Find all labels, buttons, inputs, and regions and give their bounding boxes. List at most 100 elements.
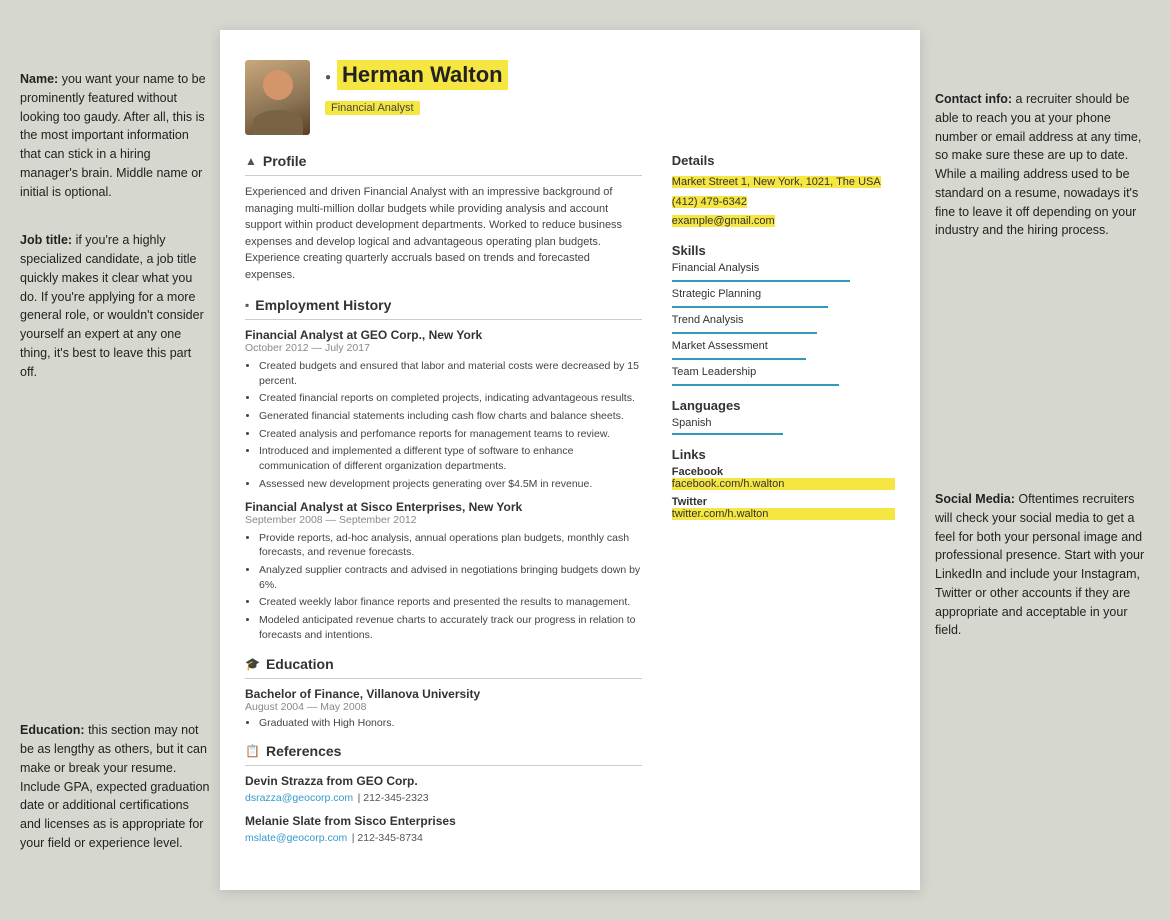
contact-annotation-text: a recruiter should be able to reach you … [935,92,1141,237]
skill-financial-analysis: Financial Analysis [672,262,895,282]
link-url-0[interactable]: facebook.com/h.walton [672,478,895,490]
details-address-text: Market Street 1, New York, 1021, The USA [672,176,881,188]
avatar-face [263,70,293,100]
link-twitter: Twitter twitter.com/h.walton [672,496,895,520]
list-item: Analyzed supplier contracts and advised … [259,563,642,592]
profile-icon: ▲ [245,154,257,168]
ref-2-name: Melanie Slate from Sisco Enterprises [245,814,642,828]
name-annotation-block: Name: you want your name to be prominent… [20,70,210,201]
job-2-bullets: Provide reports, ad-hoc analysis, annual… [245,531,642,643]
link-label-0: Facebook [672,466,895,478]
profile-heading: ▲ Profile [245,153,642,169]
ref-1-name: Devin Strazza from GEO Corp. [245,774,642,788]
education-annotation-block: Education: this section may not be as le… [20,721,210,852]
references-section: 📋 References Devin Strazza from GEO Corp… [245,743,642,846]
link-label-1: Twitter [672,496,895,508]
list-item: Created weekly labor finance reports and… [259,595,642,610]
skill-name-1: Strategic Planning [672,288,895,300]
job-1-title: Financial Analyst at GEO Corp., New York [245,328,642,342]
list-item: Created analysis and perfomance reports … [259,427,642,442]
list-item: Modeled anticipated revenue charts to ac… [259,613,642,642]
social-media-annotation-text: Oftentimes recruiters will check your so… [935,492,1144,637]
education-icon: 🎓 [245,657,260,671]
details-phone-text: (412) 479-6342 [672,196,747,208]
list-item: Created budgets and ensured that labor a… [259,359,642,388]
education-bullets: Graduated with High Honors. [245,717,642,729]
skill-market-assessment: Market Assessment [672,340,895,360]
job-title-annotation-block: Job title: if you're a highly specialize… [20,231,210,381]
link-facebook: Facebook facebook.com/h.walton [672,466,895,490]
resume-body: ▲ Profile Experienced and driven Financi… [245,153,895,860]
education-annotation-label: Education: [20,723,85,737]
skills-section: Skills Financial Analysis Strategic Plan… [672,243,895,386]
references-heading: 📋 References [245,743,642,759]
employment-heading: ▪ Employment History [245,297,642,313]
list-item: Introduced and implemented a different t… [259,444,642,473]
ref-2-email: mslate@geocorp.com [245,832,347,844]
employment-icon: ▪ [245,298,249,312]
left-annotations: Name: you want your name to be prominent… [20,30,220,883]
education-dates: August 2004 — May 2008 [245,701,642,713]
language-spanish: Spanish [672,417,895,435]
job-title-annotation-text: if you're a highly specialized candidate… [20,233,204,378]
skill-bar-2 [672,332,817,334]
avatar-body [253,110,303,135]
references-divider [245,765,642,766]
avatar-image [245,60,310,135]
contact-annotation-label: Contact info: [935,92,1012,106]
name-annotation-text: you want your name to be prominently fea… [20,72,206,199]
resume-container: ● Herman Walton Financial Analyst ▲ Prof… [220,30,920,890]
ref-1-phone-num: 212-345-2323 [363,792,428,804]
employment-heading-text: Employment History [255,297,391,313]
job-1: Financial Analyst at GEO Corp., New York… [245,328,642,492]
header-info: ● Herman Walton Financial Analyst [325,60,508,116]
employment-section: ▪ Employment History Financial Analyst a… [245,297,642,642]
avatar [245,60,310,135]
details-email-text: example@gmail.com [672,215,775,227]
references-heading-text: References [266,743,342,759]
list-item: Provide reports, ad-hoc analysis, annual… [259,531,642,560]
skills-heading: Skills [672,243,895,258]
reference-2: Melanie Slate from Sisco Enterprises msl… [245,814,642,846]
resume-header: ● Herman Walton Financial Analyst [245,60,895,135]
profile-heading-text: Profile [263,153,307,169]
reference-1: Devin Strazza from GEO Corp. dsrazza@geo… [245,774,642,806]
contact-annotation-block: Contact info: a recruiter should be able… [935,90,1150,240]
list-item: Graduated with High Honors. [259,717,642,729]
skill-trend-analysis: Trend Analysis [672,314,895,334]
skill-bar-1 [672,306,828,308]
education-annotation-text: this section may not be as lengthy as ot… [20,723,209,850]
resume-name: Herman Walton [337,60,508,90]
resume-job-title: Financial Analyst [325,101,420,115]
languages-section: Languages Spanish [672,398,895,435]
header-dot: ● [325,72,331,83]
page-wrapper: Name: you want your name to be prominent… [20,30,1150,890]
education-section: 🎓 Education Bachelor of Finance, Villano… [245,656,642,729]
references-icon: 📋 [245,744,260,758]
education-heading: 🎓 Education [245,656,642,672]
details-section: Details Market Street 1, New York, 1021,… [672,153,895,231]
job-2-dates: September 2008 — September 2012 [245,514,642,526]
job-1-dates: October 2012 — July 2017 [245,342,642,354]
language-bar-0 [672,433,784,435]
details-phone: (412) 479-6342 [672,192,895,212]
education-school: Bachelor of Finance, Villanova Universit… [245,687,642,701]
resume-right-column: Details Market Street 1, New York, 1021,… [662,153,895,860]
education-divider [245,678,642,679]
details-heading: Details [672,153,895,168]
language-name-0: Spanish [672,417,895,429]
skill-team-leadership: Team Leadership [672,366,895,386]
profile-divider [245,175,642,176]
skill-name-2: Trend Analysis [672,314,895,326]
links-heading: Links [672,447,895,462]
skill-name-3: Market Assessment [672,340,895,352]
languages-heading: Languages [672,398,895,413]
job-title-annotation-label: Job title: [20,233,72,247]
resume-left-column: ▲ Profile Experienced and driven Financi… [245,153,642,860]
education-heading-text: Education [266,656,334,672]
link-url-1[interactable]: twitter.com/h.walton [672,508,895,520]
job-2: Financial Analyst at Sisco Enterprises, … [245,500,642,643]
social-media-annotation-block: Social Media: Oftentimes recruiters will… [935,490,1150,640]
ref-2-phone-num: 212-345-8734 [357,832,422,844]
skill-bar-3 [672,358,806,360]
